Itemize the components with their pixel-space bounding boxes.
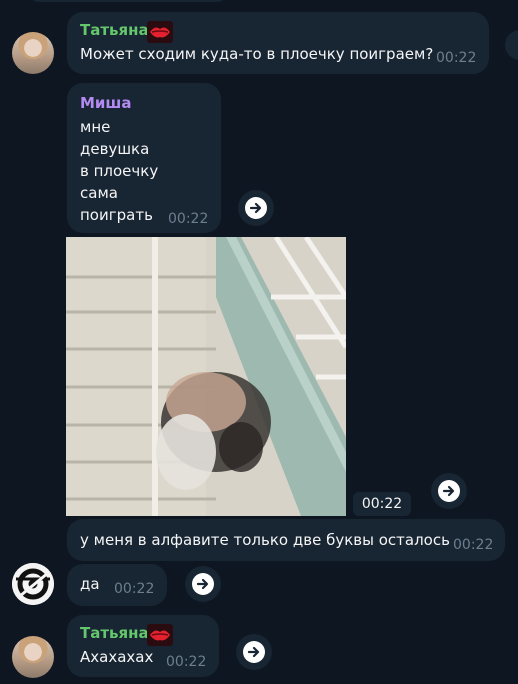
lips-emoji <box>147 21 173 43</box>
gif-time-badge: 00:22 <box>353 492 411 516</box>
message-bubble-5: да 00:22 <box>67 564 167 606</box>
forward-icon <box>249 202 262 214</box>
avatar-logo[interactable] <box>12 563 54 605</box>
avatar-tatiana[interactable] <box>12 636 54 678</box>
avatar-tatiana[interactable] <box>12 32 54 74</box>
message-bubble-1: Татьяна Может сходим куда-то в плоечку п… <box>67 12 489 74</box>
message-time: 00:22 <box>114 581 155 597</box>
message-time: 00:22 <box>436 50 477 66</box>
forward-icon <box>196 578 209 590</box>
message-text: у меня в алфавите только две буквы остал… <box>80 531 450 549</box>
sender-name[interactable]: Татьяна <box>80 624 149 642</box>
forward-button[interactable] <box>431 473 467 509</box>
message-time: 00:22 <box>166 654 207 670</box>
sender-name[interactable]: Татьяна <box>80 21 149 39</box>
forward-button[interactable] <box>238 190 274 226</box>
avatar-logo-icon <box>12 563 54 605</box>
partial-side-button[interactable] <box>505 30 518 60</box>
gif-stairs-image <box>66 237 346 516</box>
message-bubble-2: Миша мне девушка в плоечку сама поиграть… <box>67 83 221 233</box>
sender-name[interactable]: Миша <box>80 94 132 112</box>
message-bubble-4: у меня в алфавите только две буквы остал… <box>67 519 505 561</box>
message-text: мне девушка в плоечку сама поиграть <box>80 118 159 224</box>
message-text: да <box>80 575 100 593</box>
message-time: 00:22 <box>453 537 494 553</box>
gif-media[interactable] <box>66 237 346 516</box>
partial-message-bubble <box>28 0 228 2</box>
forward-icon <box>442 485 455 497</box>
forward-icon <box>247 646 260 658</box>
message-bubble-6: Татьяна Ахахахах 00:22 <box>67 615 219 677</box>
message-text: Ахахахах <box>80 648 154 666</box>
forward-button[interactable] <box>236 634 272 670</box>
message-text: Может сходим куда-то в плоечку поиграем? <box>80 45 434 63</box>
lips-emoji <box>147 624 173 646</box>
forward-button[interactable] <box>185 566 221 602</box>
message-time: 00:22 <box>168 211 209 227</box>
